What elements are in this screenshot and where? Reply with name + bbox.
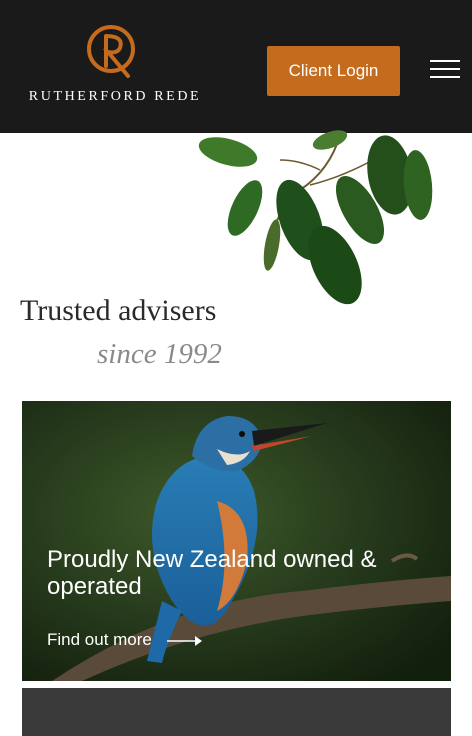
arrow-right-icon <box>166 635 202 646</box>
tagline-secondary: since 1992 <box>97 338 222 370</box>
tagline-primary: Trusted advisers <box>20 294 217 327</box>
brand-name: RUTHERFORD REDE <box>28 89 202 104</box>
find-out-more-label: Find out more <box>47 630 152 649</box>
find-out-more-link[interactable]: Find out more <box>47 630 203 650</box>
secondary-card[interactable] <box>22 688 451 736</box>
client-login-button[interactable]: Client Login <box>267 46 400 96</box>
logo-monogram-icon <box>87 25 135 78</box>
leaves-decoration <box>198 130 433 305</box>
brand-logo[interactable]: RUTHERFORD REDE <box>20 22 210 110</box>
feature-card[interactable]: Proudly New Zealand owned & operated Fin… <box>22 401 451 681</box>
feature-card-title: Proudly New Zealand owned & operated <box>47 546 377 600</box>
hamburger-menu-icon[interactable] <box>430 60 460 80</box>
site-header: RUTHERFORD REDE Client Login <box>0 0 472 133</box>
